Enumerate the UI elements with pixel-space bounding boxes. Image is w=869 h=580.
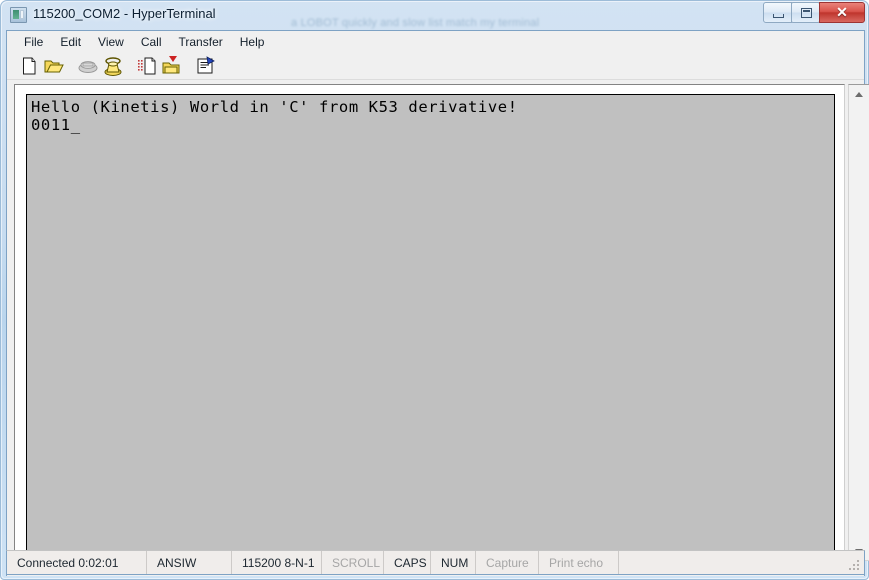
minimize-icon	[773, 14, 784, 18]
status-bar: Connected 0:02:01 ANSIW 115200 8-N-1 SCR…	[6, 550, 865, 575]
terminal-output-text: Hello (Kinetis) World in 'C' from K53 de…	[31, 98, 518, 134]
background-ghost-text: a LOBOT quickly and slow list match my t…	[291, 17, 540, 29]
status-port-settings: 115200 8-N-1	[232, 551, 322, 574]
properties-button[interactable]	[194, 55, 218, 77]
terminal-monitor-icon	[10, 7, 27, 23]
window-controls: ✕	[763, 2, 865, 24]
receive-file-button[interactable]	[160, 55, 184, 77]
menu-item-call[interactable]: Call	[133, 33, 171, 52]
open-connection-icon	[44, 60, 64, 73]
disconnect-button[interactable]	[76, 55, 100, 77]
toolbar	[7, 53, 864, 80]
title-bar[interactable]: a LOBOT quickly and slow list match my t…	[1, 1, 868, 30]
scroll-up-arrow-icon	[855, 91, 863, 97]
status-scroll-indicator: SCROLL	[322, 551, 384, 574]
menu-item-help[interactable]: Help	[232, 33, 274, 52]
status-filler	[619, 551, 864, 574]
maximize-button[interactable]	[791, 2, 820, 23]
receive-file-icon	[162, 56, 180, 74]
status-print-echo-indicator: Print echo	[539, 551, 619, 574]
send-file-button[interactable]	[135, 55, 159, 77]
terminal-screen[interactable]: Hello (Kinetis) World in 'C' from K53 de…	[26, 94, 835, 552]
menu-item-view[interactable]: View	[90, 33, 133, 52]
status-caps-indicator: CAPS	[384, 551, 431, 574]
send-file-icon	[138, 57, 156, 75]
close-icon: ✕	[836, 4, 848, 20]
terminal-display-area[interactable]: Hello (Kinetis) World in 'C' from K53 de…	[14, 84, 845, 561]
status-num-indicator: NUM	[431, 551, 476, 574]
client-area: File Edit View Call Transfer Help Hello …	[6, 30, 869, 576]
call-button[interactable]	[101, 55, 125, 77]
open-connection-button[interactable]	[42, 55, 66, 77]
menu-bar: File Edit View Call Transfer Help	[7, 31, 864, 53]
status-emulation: ANSIW	[147, 551, 232, 574]
properties-icon	[197, 56, 215, 74]
menu-item-edit[interactable]: Edit	[52, 33, 90, 52]
new-connection-button[interactable]	[17, 55, 41, 77]
minimize-button[interactable]	[763, 2, 792, 23]
menu-item-transfer[interactable]: Transfer	[171, 33, 232, 52]
status-capture-indicator: Capture	[476, 551, 539, 574]
scroll-up-button[interactable]	[849, 85, 869, 103]
new-connection-icon	[23, 57, 36, 75]
hyperterminal-window: a LOBOT quickly and slow list match my t…	[0, 0, 869, 580]
toolbar-separator-3	[185, 55, 194, 77]
maximize-icon	[801, 8, 812, 18]
window-title: 115200_COM2 - HyperTerminal	[33, 6, 216, 21]
toolbar-separator-1	[67, 55, 76, 77]
toolbar-separator-2	[126, 55, 135, 77]
disconnect-icon	[78, 61, 98, 73]
close-button[interactable]: ✕	[819, 2, 865, 23]
resize-grip[interactable]	[849, 560, 861, 572]
call-icon	[104, 57, 122, 76]
menu-item-file[interactable]: File	[16, 33, 52, 52]
status-connection-time: Connected 0:02:01	[7, 551, 147, 574]
vertical-scrollbar[interactable]	[848, 84, 869, 561]
